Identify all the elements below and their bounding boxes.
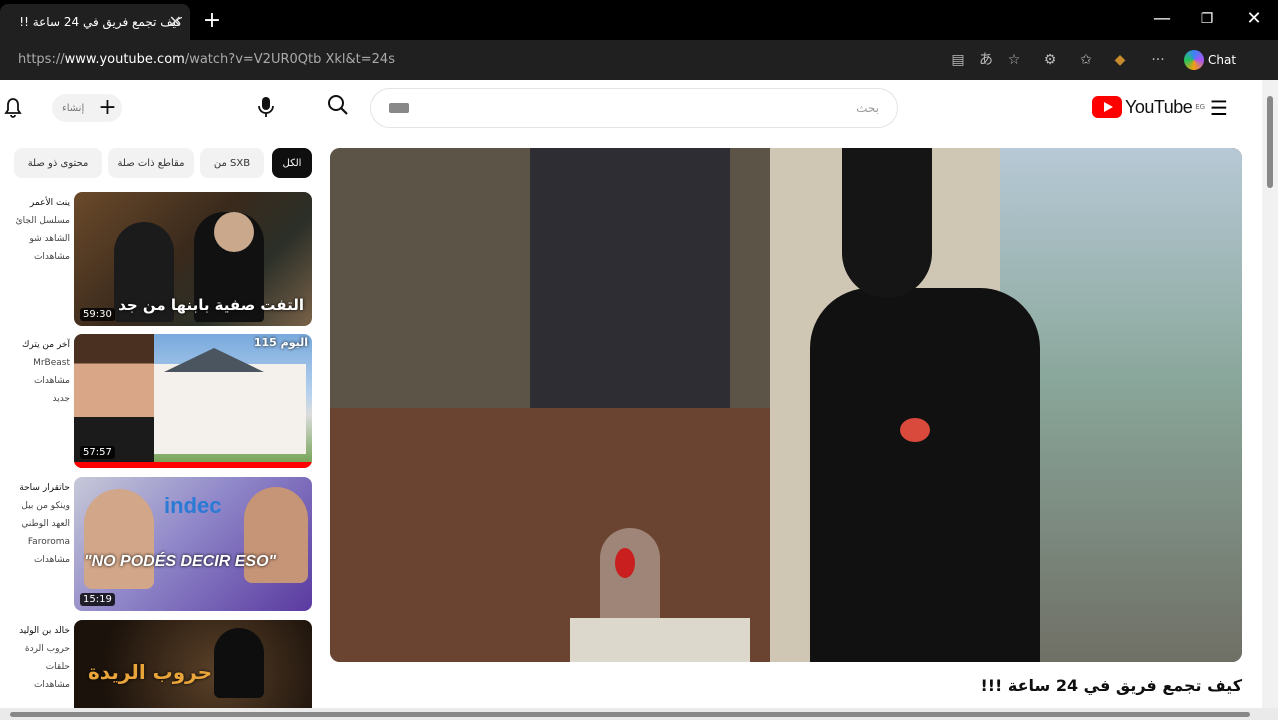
keyboard-icon[interactable] [389, 103, 409, 113]
horizontal-scrollbar[interactable] [0, 708, 1278, 720]
list-item[interactable]: indec "NO PODÉS DECIR ESO" 15:19 حاتقرار… [0, 477, 314, 611]
meta-line: مشاهدات [33, 680, 70, 690]
url-prefix: https:// [18, 52, 65, 67]
meta-line: الشاهد شو [29, 234, 70, 244]
thumbnail-title: اليوم 115 [253, 336, 308, 349]
meta-line: ينت الأعمر [29, 198, 70, 208]
video-thumbnail[interactable]: indec "NO PODÉS DECIR ESO" 15:19 [74, 477, 312, 611]
meta-line: حروب الردة [24, 644, 70, 654]
meta-line: العهد الوطني [21, 519, 70, 529]
video-duration: 57:57 [80, 446, 115, 459]
notifications-bell-icon[interactable] [4, 98, 22, 123]
video-thumbnail[interactable]: التفت صفية بابنها من جد 59:30 [74, 192, 312, 326]
extension-2-icon[interactable]: ◆ [1110, 50, 1130, 70]
search-placeholder: بحث [856, 101, 879, 115]
recommendation-chips: الكل من SXB مقاطع ذات صلة محتوى ذو صلة [0, 148, 314, 180]
meta-line: جديد [52, 394, 70, 404]
url-path: /watch?v=V2UR0Qtb Xkl&t=24s [184, 52, 395, 67]
video-meta: ينت الأعمر مسلسل الجائ الشاهد شو مشاهدات [0, 194, 70, 266]
favorite-star-icon[interactable]: ☆ [1004, 50, 1024, 70]
person-figure [810, 288, 1040, 662]
create-label: إنشاء [62, 102, 85, 114]
chat-label: Chat [1208, 53, 1237, 67]
tab-title: كيف تجمع فريق في 24 ساعة !! [19, 15, 182, 29]
logo-region: EG [1195, 103, 1206, 111]
meta-line: حلقات [45, 662, 70, 672]
video-title: كيف تجمع فريق في 24 ساعة !!! [980, 676, 1242, 695]
hamburger-menu-icon[interactable]: ☰ [1210, 96, 1228, 120]
search-icon [328, 95, 348, 115]
more-options-icon[interactable]: ··· [1148, 50, 1168, 70]
youtube-logo[interactable]: YouTube EG [1092, 96, 1205, 118]
tab-close-icon[interactable]: ✕ [169, 12, 182, 31]
video-meta: خالد بن الوليد حروب الردة حلقات مشاهدات [0, 622, 70, 694]
browser-titlebar: كيف تجمع فريق في 24 ساعة !! ✕ + — ❐ ✕ [0, 0, 1278, 40]
youtube-play-icon [1092, 96, 1122, 118]
meta-line: مشاهدات [33, 555, 70, 565]
meta-line: حاتقرار ساحة [19, 483, 70, 493]
create-button[interactable]: إنشاء + [52, 94, 122, 122]
thumbnail-title: "NO PODÉS DECIR ESO" [84, 553, 277, 570]
video-duration: 59:30 [80, 308, 115, 321]
video-player[interactable] [330, 148, 1242, 662]
meta-line: MrBeast [33, 358, 70, 368]
video-thumbnail[interactable]: اليوم 115 57:57 [74, 334, 312, 468]
address-bar: https://www.youtube.com/watch?v=V2UR0Qtb… [0, 40, 1278, 80]
search-button[interactable] [322, 94, 354, 122]
meta-line: آخر من يترك [21, 340, 70, 350]
video-meta: حاتقرار ساحة وينكو من بيل العهد الوطني F… [0, 479, 70, 569]
favorites-icon[interactable]: ✩ [1076, 50, 1096, 70]
chip-related[interactable]: مقاطع ذات صلة [108, 148, 194, 178]
chip-from-channel[interactable]: من SXB [200, 148, 264, 178]
list-item[interactable]: اليوم 115 57:57 آخر من يترك MrBeast مشاه… [0, 334, 314, 468]
extension-icon[interactable]: ⚙ [1040, 50, 1060, 70]
voice-search-mic-icon[interactable] [258, 96, 274, 123]
scroll-thumb[interactable] [1267, 96, 1273, 188]
plus-icon: + [98, 95, 117, 120]
reader-mode-icon[interactable]: ▤ [948, 50, 968, 70]
chip-related-content[interactable]: محتوى ذو صلة [14, 148, 102, 178]
vertical-scrollbar[interactable] [1262, 80, 1278, 708]
thumbnail-title: التفت صفية بابنها من جد [118, 296, 304, 314]
search-input[interactable]: بحث [370, 88, 898, 128]
meta-line: Faroroma [27, 537, 70, 547]
browser-tab[interactable]: كيف تجمع فريق في 24 ساعة !! ✕ [0, 4, 190, 40]
new-tab-button[interactable]: + [202, 8, 222, 33]
video-duration: 15:19 [80, 593, 115, 606]
list-item[interactable]: التفت صفية بابنها من جد 59:30 ينت الأعمر… [0, 192, 314, 326]
list-item[interactable]: حروب الريدة خالد بن الوليد حروب الردة حل… [0, 620, 314, 708]
copilot-icon [1184, 50, 1204, 70]
thumbnail-title: حروب الريدة [88, 660, 213, 684]
url-domain: www.youtube.com [64, 52, 185, 67]
copilot-chat-button[interactable]: Chat [1184, 49, 1236, 71]
url-field[interactable]: https://www.youtube.com/watch?v=V2UR0Qtb… [18, 52, 395, 67]
chip-all[interactable]: الكل [272, 148, 312, 178]
logo-text: YouTube [1125, 96, 1193, 117]
meta-line: خالد بن الوليد [19, 626, 70, 636]
horizontal-scroll-thumb[interactable] [10, 712, 1250, 717]
meta-line: مسلسل الجائ [15, 216, 70, 226]
meta-line: وينكو من بيل [21, 501, 70, 511]
translate-icon[interactable]: あ [976, 50, 996, 70]
youtube-page: إنشاء + بحث YouTube EG ☰ الكل من SXB مقا… [0, 80, 1262, 708]
video-thumbnail[interactable]: حروب الريدة [74, 620, 312, 708]
minimize-button[interactable]: — [1152, 8, 1172, 29]
meta-line: مشاهدات [33, 252, 70, 262]
meta-line: مشاهدات [33, 376, 70, 386]
video-meta: آخر من يترك MrBeast مشاهدات جديد [0, 336, 70, 408]
restore-button[interactable]: ❐ [1197, 11, 1217, 27]
close-window-button[interactable]: ✕ [1244, 8, 1264, 29]
